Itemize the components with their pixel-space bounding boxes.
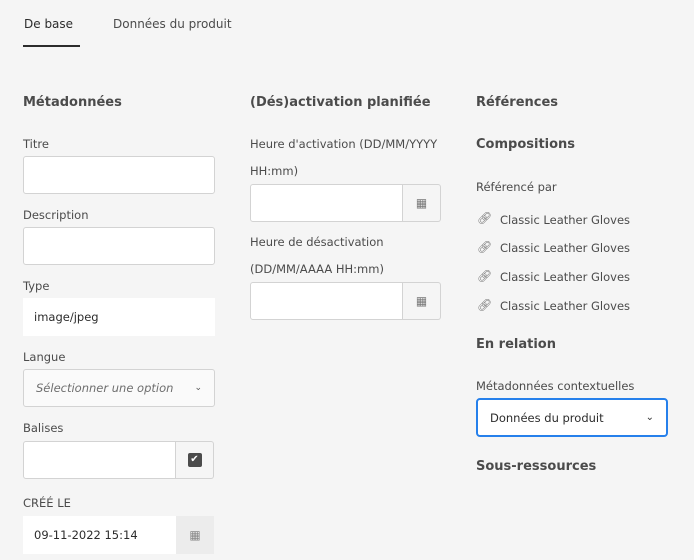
deactivation-input[interactable] (250, 282, 403, 320)
link-icon: 🔗︎ (477, 298, 493, 312)
title-label: Titre (23, 137, 49, 151)
description-input[interactable] (23, 227, 215, 265)
activation-calendar-button[interactable]: ▦ (403, 184, 441, 222)
deactivation-label: Heure de désactivation (250, 235, 384, 249)
tab-de-base[interactable]: De base (24, 17, 73, 31)
compositions-heading: Compositions (476, 137, 576, 152)
link-icon: 🔗︎ (477, 240, 493, 254)
subresources-heading: Sous-ressources (476, 459, 597, 474)
reference-item[interactable]: Classic Leather Gloves (500, 299, 630, 313)
deactivation-label-2: (DD/MM/AAAA HH:mm) (250, 262, 384, 276)
reference-item[interactable]: Classic Leather Gloves (500, 241, 630, 255)
chevron-down-icon: ⌄ (194, 383, 202, 393)
activation-label: Heure d'activation (DD/MM/YYYY (250, 137, 438, 151)
context-metadata-value: Données du produit (490, 410, 604, 425)
reference-item[interactable]: Classic Leather Gloves (500, 213, 630, 227)
type-label: Type (23, 279, 50, 293)
deactivation-calendar-button[interactable]: ▦ (403, 282, 441, 320)
activation-label-2: HH:mm) (250, 164, 299, 178)
title-input[interactable] (23, 156, 215, 194)
references-heading: Références (476, 95, 559, 110)
calendar-icon: ▦ (415, 294, 428, 308)
link-icon: 🔗︎ (477, 269, 493, 283)
type-value: image/jpeg (23, 298, 215, 336)
calendar-icon: ▦ (176, 516, 214, 554)
created-label: CRÉÉ LE (23, 496, 71, 510)
chevron-down-icon: ⌄ (645, 412, 654, 423)
referenced-by-label: Référencé par (476, 180, 557, 194)
language-select[interactable]: Sélectionner une option ⌄ (23, 369, 215, 407)
language-label: Langue (23, 350, 66, 364)
metadata-heading: Métadonnées (23, 95, 122, 110)
tags-input[interactable] (23, 441, 176, 479)
tags-label: Balises (23, 421, 64, 435)
reference-item[interactable]: Classic Leather Gloves (500, 270, 630, 284)
schedule-heading: (Dés)activation planifiée (250, 95, 431, 110)
context-metadata-label: Métadonnées contextuelles (476, 379, 635, 393)
tab-indicator (23, 45, 80, 47)
related-heading: En relation (476, 337, 556, 352)
calendar-icon: ▦ (415, 196, 428, 210)
created-value: 09-11-2022 15:14 (23, 516, 176, 554)
language-placeholder: Sélectionner une option (36, 381, 174, 395)
tags-picker-button[interactable]: ✔ (176, 441, 214, 479)
activation-input[interactable] (250, 184, 403, 222)
link-icon: 🔗︎ (477, 211, 493, 225)
tab-donnees-produit[interactable]: Données du produit (113, 17, 232, 31)
context-metadata-select[interactable]: Données du produit ⌄ (476, 398, 668, 437)
checkbox-icon: ✔ (187, 453, 202, 467)
description-label: Description (23, 208, 89, 222)
